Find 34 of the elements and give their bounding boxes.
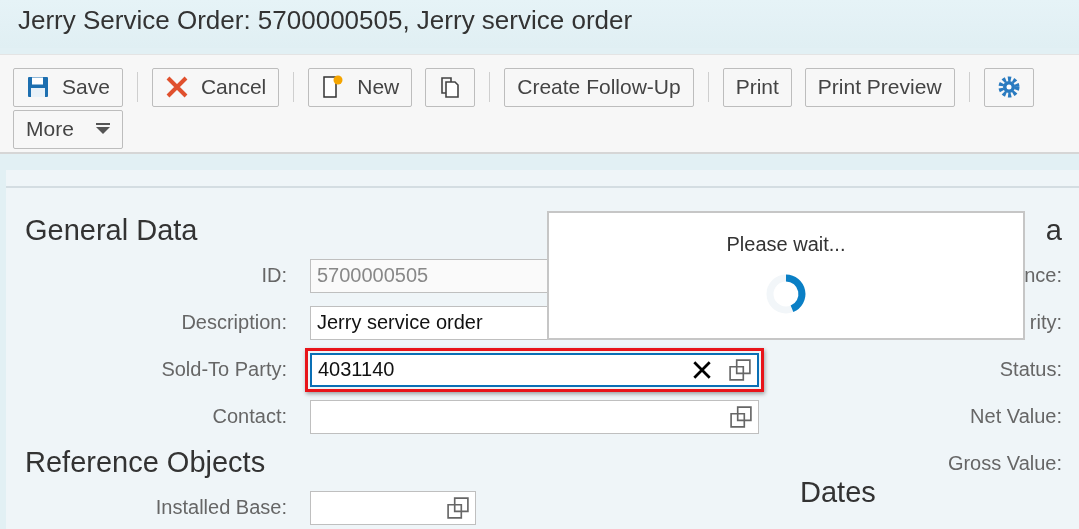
value-help-icon[interactable] (729, 358, 751, 381)
window-title: Jerry Service Order: 5700000505, Jerry service order (18, 5, 633, 35)
toolbar-button[interactable]: New (308, 67, 413, 107)
field-label: Status: (999, 358, 1062, 381)
busy-message: Please wait... (726, 233, 846, 256)
section-heading: a (1045, 213, 1062, 247)
close-icon (164, 75, 189, 99)
field-label: Gross Value: (947, 452, 1062, 475)
section-heading: General Data (25, 213, 198, 247)
field-label: Installed Base: (154, 496, 287, 519)
toolbar-button[interactable]: Print Preview (804, 67, 955, 107)
section-heading: Reference Objects (25, 445, 266, 479)
value-help-icon[interactable] (730, 405, 752, 428)
field-label: Contact: (211, 405, 287, 428)
toolbar-button[interactable]: Print (722, 67, 792, 107)
field-label: Sold-To Party: (160, 358, 287, 381)
value-help-icon[interactable] (447, 496, 469, 519)
field-label: ID: (260, 264, 287, 287)
caret-icon (95, 123, 110, 135)
toolbar-button[interactable]: Cancel (151, 67, 280, 107)
field-label: rity: (1029, 311, 1062, 334)
input-field[interactable] (310, 399, 759, 434)
settings-icon (996, 75, 1021, 99)
field-label: Description: (180, 311, 287, 334)
field-label: nce: (1024, 264, 1062, 287)
toolbar-button[interactable]: Create Follow-Up (504, 67, 694, 107)
input-field[interactable] (310, 490, 476, 525)
toolbar-button[interactable]: More (13, 109, 123, 149)
input-field[interactable]: 4031140 (310, 352, 759, 387)
section-heading: Dates (800, 476, 876, 508)
copy-button[interactable] (425, 67, 476, 107)
field-label: Net Value: (970, 405, 1062, 428)
toolbar-button[interactable]: Save (13, 67, 123, 107)
settings-button[interactable] (983, 67, 1034, 107)
